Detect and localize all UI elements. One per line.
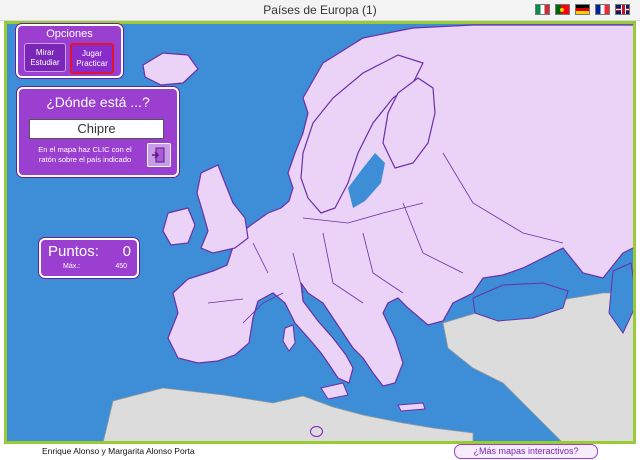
max-score-label: Máx.: bbox=[63, 263, 81, 270]
score-panel: Puntos: 0 Máx.: 450 bbox=[39, 238, 139, 278]
score-label: Puntos: bbox=[48, 243, 99, 260]
authors-credit: Enrique Alonso y Margarita Alonso Porta bbox=[42, 446, 195, 456]
exit-button[interactable] bbox=[147, 143, 171, 167]
italy-flag-icon[interactable] bbox=[535, 4, 550, 15]
language-selector bbox=[535, 4, 630, 15]
crete[interactable] bbox=[397, 402, 426, 412]
practice-mode-button[interactable]: Jugar Practicar bbox=[70, 43, 114, 74]
portugal-flag-icon[interactable] bbox=[555, 4, 570, 15]
footer: Enrique Alonso y Margarita Alonso Porta … bbox=[0, 444, 640, 460]
max-score-value: 450 bbox=[115, 263, 127, 270]
target-country: Chipre bbox=[29, 119, 164, 139]
options-panel: Opciones Mirar Estudiar Jugar Practicar bbox=[16, 24, 123, 78]
europe-map bbox=[4, 21, 636, 444]
question-title: ¿Dónde está ...? bbox=[46, 94, 150, 110]
germany-flag-icon[interactable] bbox=[575, 4, 590, 15]
more-maps-link[interactable]: ¿Más mapas interactivos? bbox=[454, 444, 598, 459]
exit-door-icon bbox=[152, 147, 165, 163]
instructions-text: En el mapa haz CLIC con el ratón sobre e… bbox=[38, 145, 132, 164]
score-value: 0 bbox=[122, 243, 131, 260]
small-country-marker[interactable] bbox=[310, 426, 323, 437]
study-mode-button[interactable]: Mirar Estudiar bbox=[24, 43, 66, 72]
title-bar: Países de Europa (1) bbox=[0, 0, 640, 21]
france-flag-icon[interactable] bbox=[595, 4, 610, 15]
question-panel: ¿Dónde está ...? Chipre En el mapa haz C… bbox=[17, 87, 179, 177]
options-title: Opciones bbox=[46, 28, 93, 40]
uk-flag-icon[interactable] bbox=[615, 4, 630, 15]
